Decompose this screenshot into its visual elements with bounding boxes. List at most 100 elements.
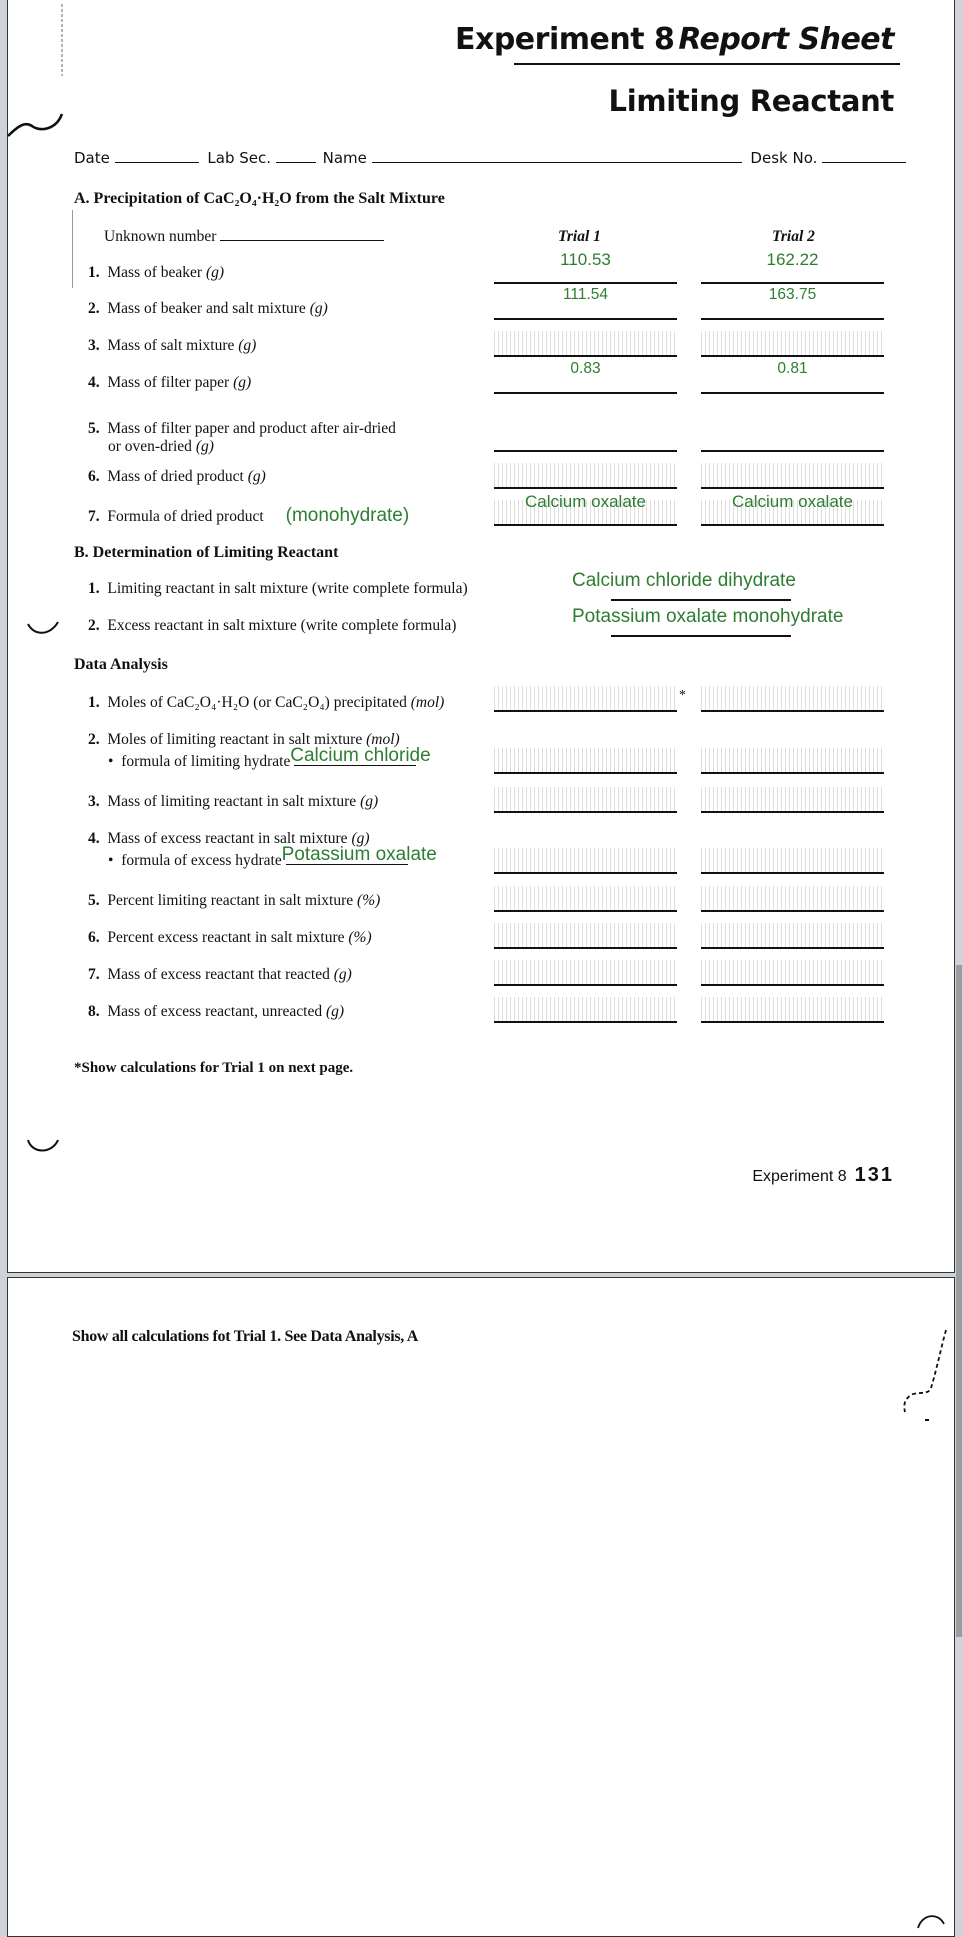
report-subtitle: Limiting Reactant <box>608 84 895 118</box>
trial-2-input[interactable] <box>701 748 884 774</box>
row-number: 5. <box>88 420 100 437</box>
handwritten-sub-answer: Potassium oxalate <box>281 844 437 865</box>
row-unit: (g) <box>233 374 252 391</box>
trial-2-input[interactable] <box>701 997 884 1023</box>
unknown-number-field[interactable] <box>220 226 385 241</box>
trial-2-input[interactable]: 163.75 <box>701 286 884 320</box>
row-unit: (g) <box>333 966 352 983</box>
trial-2-input[interactable]: Calcium oxalate <box>701 492 884 526</box>
sub-answer-field[interactable]: Calcium chloride <box>290 745 431 766</box>
lab-sec-label: Lab Sec. <box>207 149 272 167</box>
trial-1-input[interactable] <box>494 787 677 813</box>
trial-1-value: 0.83 <box>570 360 601 377</box>
data-analysis-row-label: 1. Moles of CaC₂O₄·H₂O (or CaC₂O₄) preci… <box>88 694 444 712</box>
row-number: 1. <box>88 264 100 281</box>
sub-answer-field[interactable]: Potassium oxalate <box>282 844 437 865</box>
row-number: 4. <box>88 374 100 391</box>
trial-1-input[interactable] <box>494 848 677 874</box>
trial-2-input[interactable] <box>701 787 884 813</box>
section-b-title: B. Determination of Limiting Reactant <box>74 544 339 561</box>
data-analysis-row-label: 7. Mass of excess reactant that reacted … <box>88 966 352 984</box>
row-label: Percent limiting reactant in salt mixtur… <box>107 892 354 909</box>
handwritten-sub-answer: Calcium chloride <box>290 745 431 766</box>
trial-1-input[interactable] <box>494 463 677 489</box>
section-a-row-label: 2. Mass of beaker and salt mixture (g) <box>88 300 328 318</box>
trial-1-input[interactable]: 111.54 <box>494 286 677 320</box>
trial-2-input[interactable] <box>701 960 884 986</box>
row-number: 2. <box>88 617 100 634</box>
row-number: 1. <box>88 580 100 597</box>
row-number: 3. <box>88 337 100 354</box>
row-label: Mass of salt mixture <box>107 337 235 354</box>
row-number: 3. <box>88 793 100 810</box>
row-label: Limiting reactant in salt mixture (write… <box>107 580 468 597</box>
row-number: 1. <box>88 694 100 711</box>
trial-2-input[interactable]: 0.81 <box>701 360 884 394</box>
trial-1-input[interactable] <box>494 748 677 774</box>
trial-1-value: 110.53 <box>560 250 611 269</box>
scrollbar-thumb[interactable] <box>956 965 962 1637</box>
trial-2-input[interactable] <box>701 886 884 912</box>
trial-1-input[interactable] <box>494 426 677 452</box>
lab-sec-field[interactable] <box>275 148 316 163</box>
row-unit: (g) <box>326 1003 345 1020</box>
trial-1-value: 111.54 <box>562 286 609 303</box>
desk-no-label: Desk No. <box>750 149 818 167</box>
row-label: Mass of beaker <box>107 264 203 281</box>
title-rule <box>514 63 900 65</box>
asterisk-marker: * <box>679 688 686 703</box>
row-label: Mass of excess reactant, unreacted <box>107 1003 323 1020</box>
trial-2-value: 0.81 <box>777 360 808 377</box>
trial-2-input[interactable] <box>701 848 884 874</box>
name-field[interactable] <box>371 148 742 163</box>
trial-1-input[interactable]: 0.83 <box>494 360 677 394</box>
answer-line[interactable] <box>611 599 791 601</box>
row-label: Mass of filter paper <box>107 374 230 391</box>
row-label: Mass of beaker and salt mixture <box>107 300 306 317</box>
row-unit: (g) <box>247 468 266 485</box>
row-label: Percent excess reactant in salt mixture <box>107 929 345 946</box>
trial-2-input[interactable] <box>701 923 884 949</box>
trial-1-input[interactable]: 110.53 <box>494 250 677 284</box>
row-unit: (%) <box>357 892 381 909</box>
name-label: Name <box>322 149 367 167</box>
data-analysis-title: Data Analysis <box>74 656 168 673</box>
trial-2-input[interactable] <box>701 686 884 712</box>
trial-1-input[interactable] <box>494 960 677 986</box>
section-b-row-label: 1. Limiting reactant in salt mixture (wr… <box>88 580 468 598</box>
trial-1-input[interactable] <box>494 923 677 949</box>
trial-1-input[interactable] <box>494 331 677 357</box>
trial-1-input[interactable] <box>494 886 677 912</box>
page-footer: Experiment 8 131 <box>752 1164 894 1187</box>
trial-2-input[interactable] <box>701 331 884 357</box>
row-unit: (%) <box>348 929 372 946</box>
unknown-number-row: Unknown number <box>104 226 385 246</box>
row-label: Excess reactant in salt mixture (write c… <box>107 617 457 634</box>
row-number: 6. <box>88 468 100 485</box>
date-field[interactable] <box>114 148 199 163</box>
handwritten-curl-mark <box>903 1329 947 1421</box>
trial-1-input[interactable] <box>494 997 677 1023</box>
binding-hole-mark <box>27 1139 59 1152</box>
trial-2-input[interactable] <box>701 426 884 452</box>
row-number: 5. <box>88 892 100 909</box>
report-title: Experiment 8 Report Sheet <box>455 22 895 57</box>
data-analysis-row-label: 3. Mass of limiting reactant in salt mix… <box>88 793 378 811</box>
footer-experiment-label: Experiment 8 <box>752 1168 847 1185</box>
row-label: Moles of CaC₂O₄·H₂O (or CaC₂O₄) precipit… <box>107 694 407 711</box>
trial-2-input[interactable]: 162.22 <box>701 250 884 284</box>
section-a-title: A. Precipitation of CaC₂O₄·H₂O from the … <box>74 190 445 207</box>
trial-1-input[interactable] <box>494 686 677 712</box>
section-a-row-label: 3. Mass of salt mixture (g) <box>88 337 256 355</box>
desk-no-field[interactable] <box>822 148 907 163</box>
trial-1-input[interactable]: Calcium oxalate <box>494 492 677 526</box>
row-label: Formula of dried product <box>107 508 264 525</box>
answer-line[interactable] <box>611 635 791 637</box>
unknown-number-label: Unknown number <box>104 228 217 245</box>
margin-tick-mark <box>61 4 63 76</box>
binding-hole-mark <box>27 621 59 634</box>
row-label: Mass of dried product <box>107 468 244 485</box>
row-label: Mass of excess reactant that reacted <box>107 966 330 983</box>
trial-2-input[interactable] <box>701 463 884 489</box>
handwritten-note: (monohydrate) <box>285 505 410 526</box>
